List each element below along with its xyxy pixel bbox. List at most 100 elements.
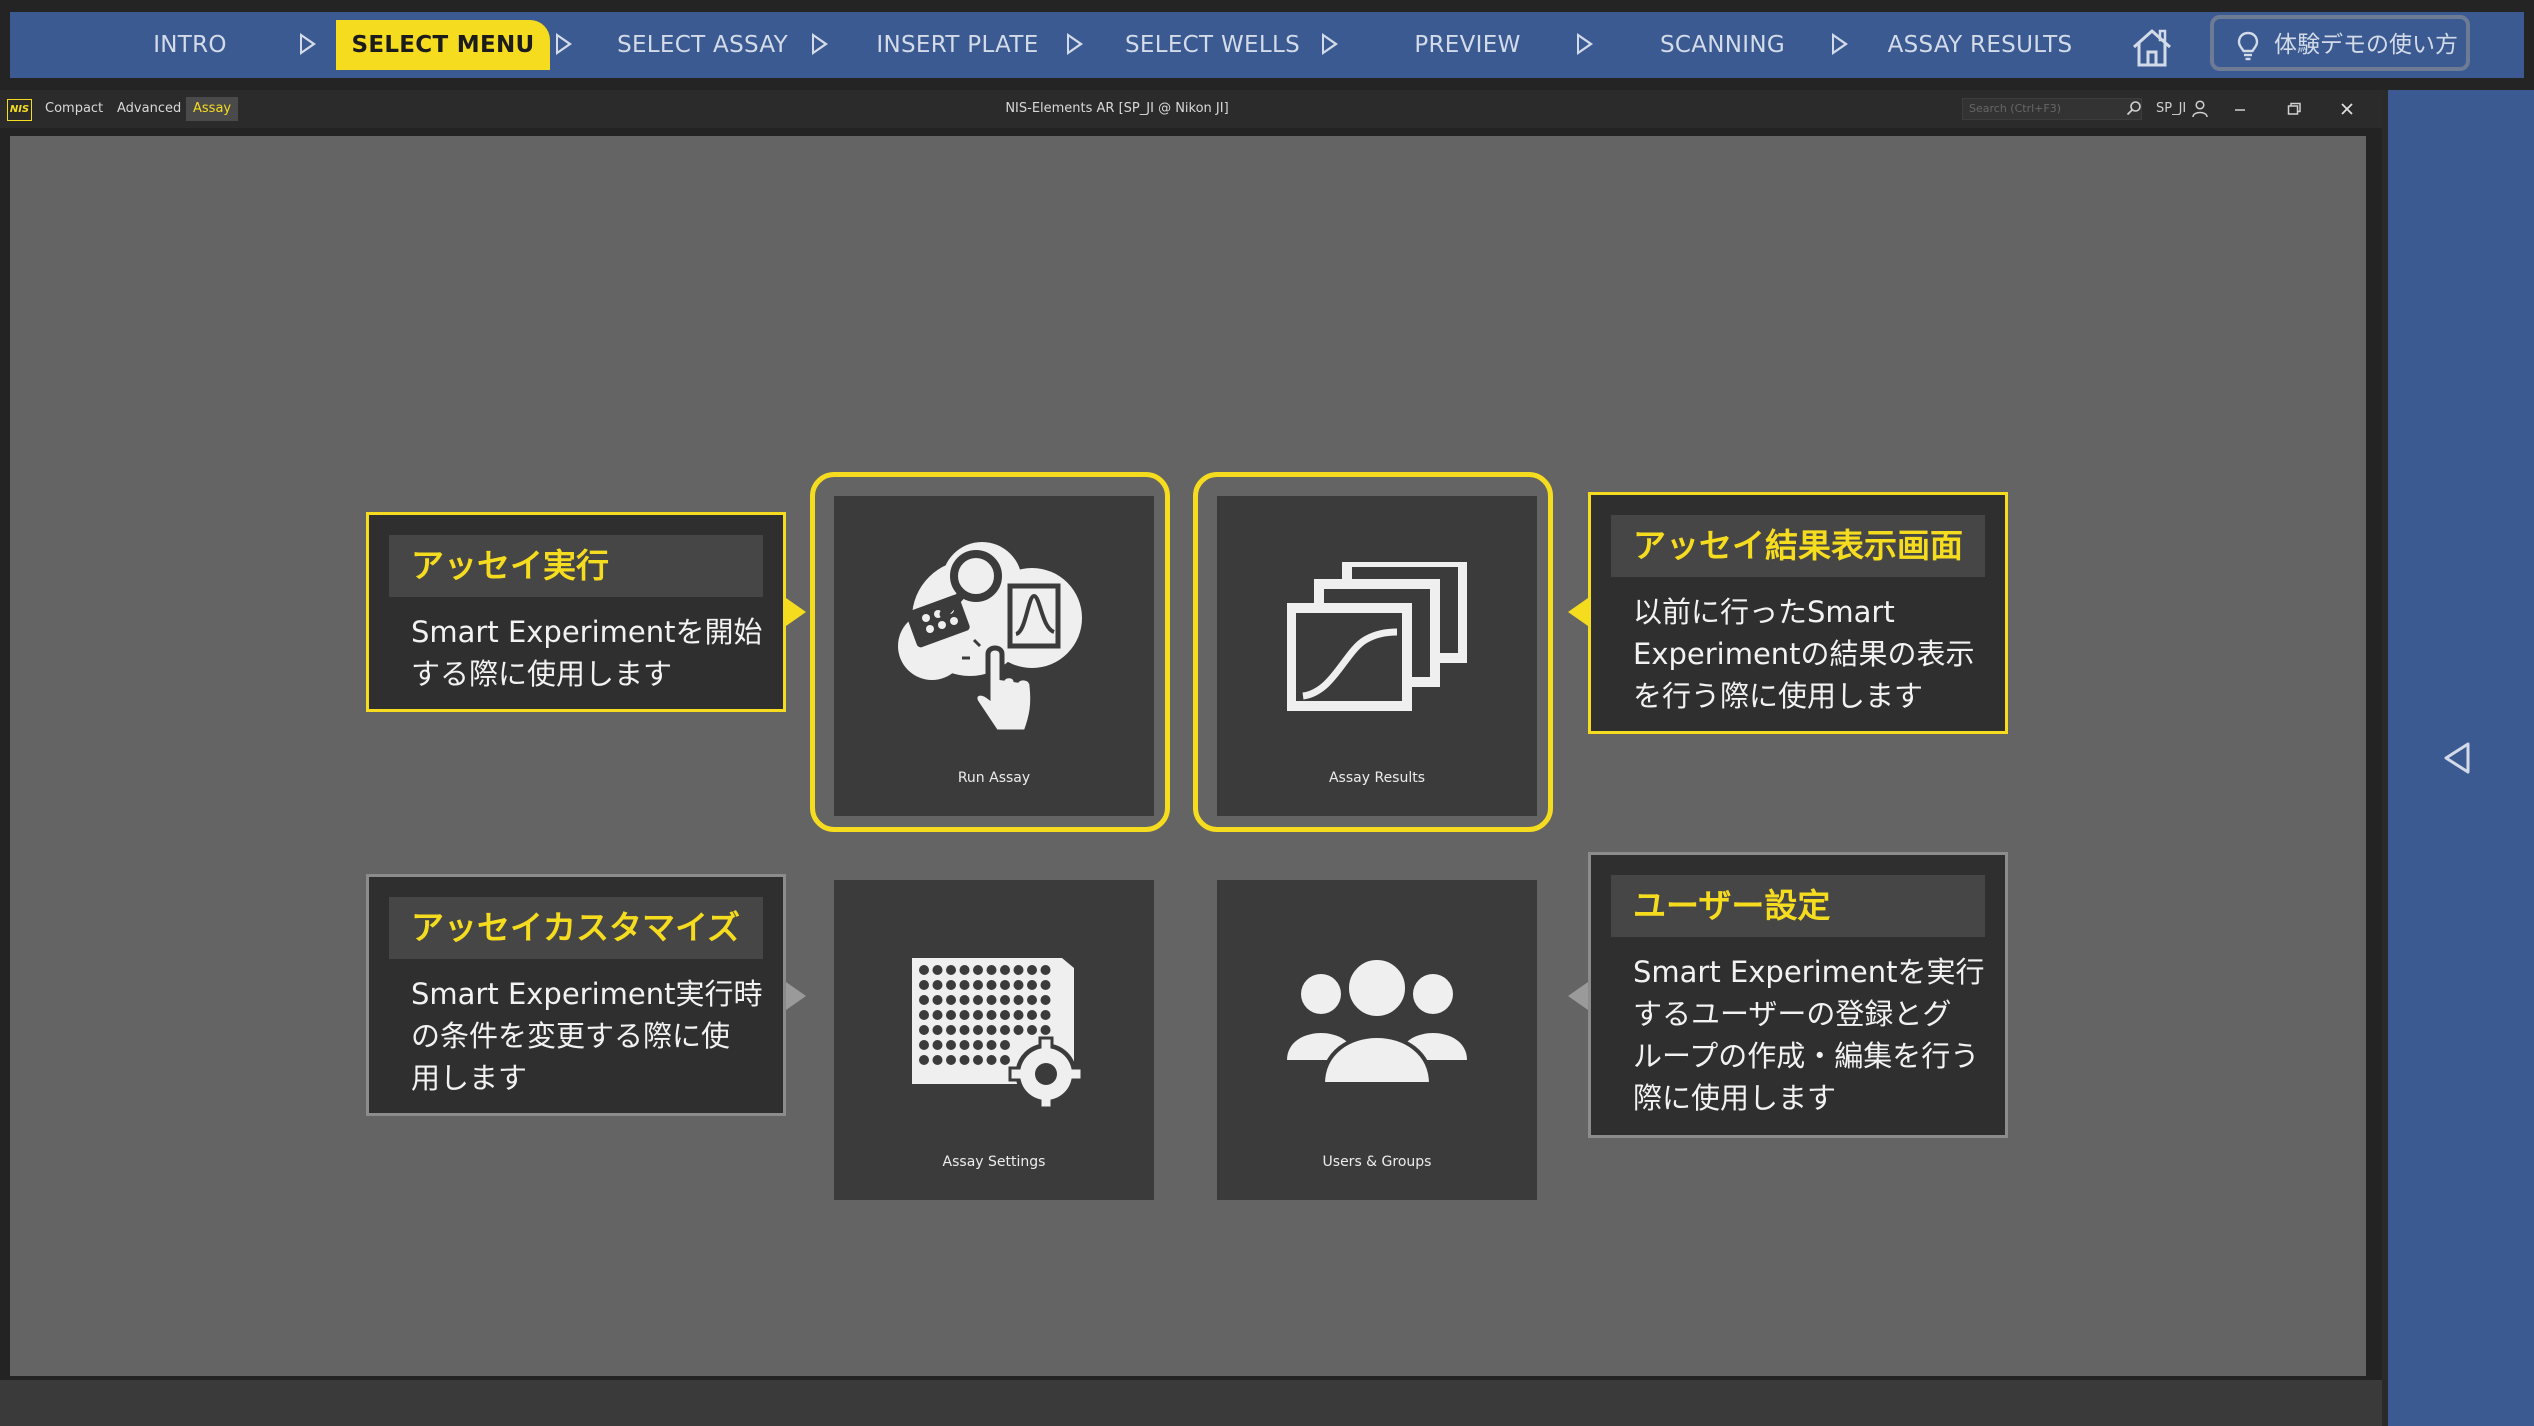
run-assay-callout-text: Smart Experimentを開始 する際に使用します (411, 615, 763, 691)
step-select-wells[interactable]: SELECT WELLS (1120, 20, 1305, 70)
user-name-label: SP_JI (2156, 101, 2187, 116)
plate-well-dot (919, 965, 929, 975)
plate-well-dot (932, 965, 943, 975)
assay-settings-callout-text: Smart Experiment実行時 の条件を変更する際に使 用します (411, 977, 763, 1095)
plate-well-dot (919, 1040, 929, 1050)
assay-results-icon (1287, 562, 1467, 711)
plate-well-dot (1000, 995, 1010, 1005)
step-scanning[interactable]: SCANNING (1630, 20, 1815, 70)
close-icon[interactable] (2337, 99, 2357, 119)
plate-well-dot (1027, 965, 1037, 975)
assay-results-callout: アッセイ結果表示画面 以前に行ったSmart Experimentの結果の表示 … (1588, 492, 2008, 734)
plate-well-dot (946, 1040, 956, 1050)
assay-settings-caption: Assay Settings (942, 1154, 1046, 1170)
step-select-assay[interactable]: SELECT ASSAY (610, 20, 795, 70)
users-callout: ユーザー設定 Smart Experimentを実行 するユーザーの登録とグ ル… (1588, 852, 2008, 1138)
run-assay-callout-title: アッセイ実行 (389, 535, 763, 597)
minimize-icon[interactable] (2230, 99, 2250, 119)
assay-settings-tile[interactable]: Assay Settings (834, 880, 1154, 1200)
step-arrow-icon (1067, 33, 1083, 55)
step-insert-plate[interactable]: INSERT PLATE (865, 20, 1050, 70)
users-groups-tile[interactable]: Users & Groups (1217, 880, 1537, 1200)
plate-well-dot (1000, 965, 1010, 975)
plate-well-dot (986, 965, 997, 975)
step-arrow-icon (556, 33, 572, 55)
plate-well-dot (946, 1025, 956, 1035)
user-icon[interactable] (2192, 100, 2208, 118)
collapse-left-icon[interactable] (2440, 740, 2472, 776)
plate-well-dot (959, 965, 970, 975)
users-groups-caption: Users & Groups (1322, 1154, 1432, 1170)
search-input[interactable]: Search (Ctrl+F3) (1962, 98, 2142, 120)
assay-settings-callout: アッセイカスタマイズ Smart Experiment実行時 の条件を変更する際… (366, 874, 786, 1116)
plate-well-dot (959, 1040, 970, 1050)
assay-settings-icon (912, 958, 1084, 1108)
plate-well-dot (986, 1025, 997, 1035)
plate-well-dot (946, 1055, 956, 1065)
plate-well-dot (1040, 965, 1051, 975)
plate-well-dot (932, 980, 943, 990)
plate-well-dot (973, 1055, 983, 1065)
plate-well-dot (973, 1025, 983, 1035)
step-assay-results[interactable]: ASSAY RESULTS (1880, 20, 2080, 70)
plate-well-dot (973, 965, 983, 975)
assay-results-callout-title: アッセイ結果表示画面 (1611, 515, 1985, 577)
plate-well-dot (1040, 980, 1051, 990)
title-bar: NIS Compact Advanced Assay NIS-Elements … (0, 90, 2382, 128)
step-navigation-bar: INTRO SELECT MENU SELECT ASSAY INSERT PL… (0, 0, 2534, 90)
plate-well-dot (1013, 980, 1024, 990)
step-arrow-icon (300, 33, 316, 55)
status-bar (0, 1380, 2382, 1426)
step-preview[interactable]: PREVIEW (1375, 20, 1560, 70)
plate-well-dot (959, 1055, 970, 1065)
assay-results-tile[interactable]: Assay Results (1217, 496, 1537, 816)
assay-settings-callout-title: アッセイカスタマイズ (389, 897, 763, 959)
run-assay-icon (898, 542, 1082, 735)
plate-well-dot (1000, 1010, 1010, 1020)
plate-well-dot (932, 1010, 943, 1020)
home-icon[interactable] (2128, 25, 2176, 69)
plate-well-dot (986, 1040, 997, 1050)
demo-guide-label: 体験デモの使い方 (2274, 32, 2458, 58)
search-icon[interactable] (2126, 100, 2142, 116)
step-arrow-icon (812, 33, 828, 55)
plate-well-dot (959, 1010, 970, 1020)
step-select-menu[interactable]: SELECT MENU (336, 20, 550, 70)
step-intro[interactable]: INTRO (110, 20, 270, 70)
callout-pointer-icon (786, 982, 806, 1010)
plate-well-dot (932, 1040, 943, 1050)
plate-well-dot (959, 980, 970, 990)
plate-well-dot (1000, 1040, 1010, 1050)
run-assay-caption: Run Assay (957, 770, 1031, 786)
plate-well-dot (973, 995, 983, 1005)
callout-pointer-icon (1568, 598, 1588, 626)
run-assay-callout: アッセイ実行 Smart Experimentを開始 する際に使用します (366, 512, 786, 712)
window-title: NIS-Elements AR [SP_JI @ Nikon JI] (1005, 101, 1229, 116)
plate-well-dot (919, 995, 929, 1005)
step-bar-inner: INTRO SELECT MENU SELECT ASSAY INSERT PL… (10, 12, 2524, 78)
plate-well-dot (1027, 1025, 1037, 1035)
lightbulb-icon (2237, 31, 2259, 61)
restore-icon[interactable] (2284, 99, 2304, 119)
plate-well-dot (932, 1055, 943, 1065)
callout-pointer-icon (1568, 982, 1588, 1010)
plate-well-dot (946, 965, 956, 975)
step-arrow-icon (1577, 33, 1593, 55)
plate-well-dot (986, 1010, 997, 1020)
plate-well-dot (1013, 1010, 1024, 1020)
demo-guide-button[interactable]: 体験デモの使い方 (2210, 15, 2470, 71)
plate-well-dot (1027, 995, 1037, 1005)
plate-well-dot (919, 1055, 929, 1065)
step-arrow-icon (1322, 33, 1338, 55)
plate-well-dot (1013, 1025, 1024, 1035)
plate-well-dot (986, 980, 997, 990)
plate-well-dot (959, 1025, 970, 1035)
plate-well-dot (946, 1010, 956, 1020)
callout-pointer-icon (786, 598, 806, 626)
users-callout-text: Smart Experimentを実行 するユーザーの登録とグ ループの作成・編… (1633, 955, 1985, 1115)
run-assay-tile[interactable]: Run Assay (834, 496, 1154, 816)
assay-menu-canvas: Run Assay Assay Results Assay Settings U… (10, 136, 2366, 1376)
plate-well-dot (946, 980, 956, 990)
plate-well-dot (1000, 980, 1010, 990)
plate-well-dot (1027, 980, 1037, 990)
